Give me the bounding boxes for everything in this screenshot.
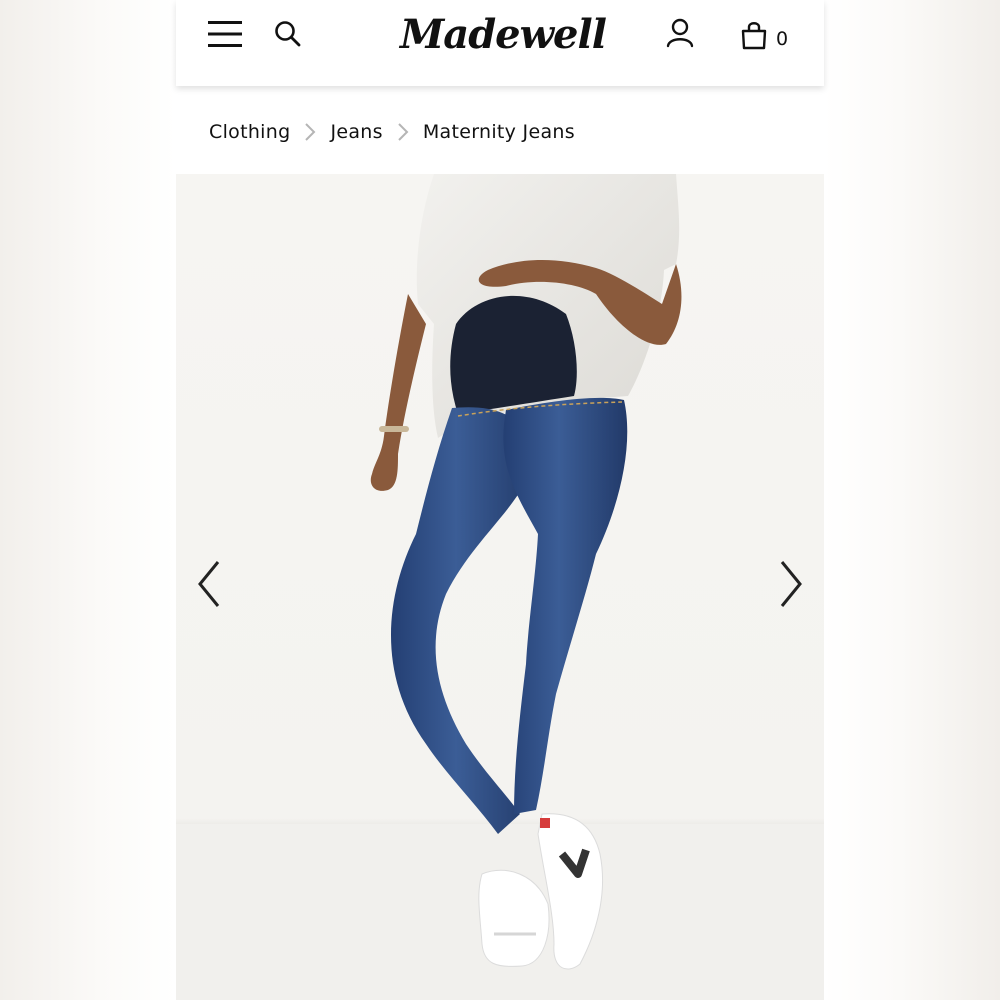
shopping-bag-icon[interactable] [740, 20, 768, 50]
hamburger-menu-icon[interactable] [208, 20, 242, 48]
chevron-left-icon [198, 561, 220, 607]
logo-text: Madewell [398, 11, 606, 58]
search-icon[interactable] [274, 20, 302, 48]
breadcrumb-item-maternity-jeans[interactable]: Maternity Jeans [423, 121, 575, 143]
gallery-next-button[interactable] [770, 554, 810, 614]
user-account-icon[interactable] [664, 17, 696, 49]
chevron-right-icon [780, 561, 802, 607]
bag-count[interactable]: 0 [776, 28, 788, 50]
gallery-prev-button[interactable] [190, 554, 230, 614]
chevron-right-icon [290, 122, 330, 142]
product-image[interactable] [176, 174, 824, 1000]
breadcrumb-item-clothing[interactable]: Clothing [209, 121, 290, 143]
mobile-page: Madewell 0 Clothing Jeans Maternity Jean… [176, 0, 824, 1000]
chevron-right-icon [383, 122, 423, 142]
madewell-logo[interactable]: Madewell [396, 8, 608, 64]
breadcrumb: Clothing Jeans Maternity Jeans [176, 90, 824, 174]
site-header: Madewell 0 [176, 0, 824, 86]
product-photo-illustration [176, 174, 824, 1000]
breadcrumb-item-jeans[interactable]: Jeans [330, 121, 382, 143]
